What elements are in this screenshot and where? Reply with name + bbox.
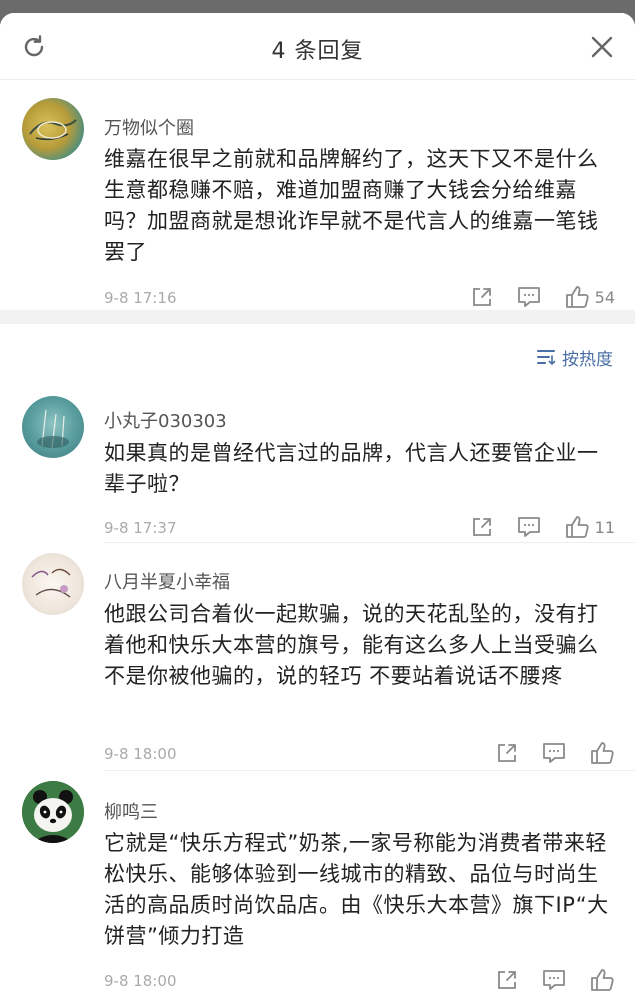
comment-icon — [517, 287, 540, 307]
thumbs-up-icon — [591, 969, 614, 991]
reply-actions — [473, 966, 615, 994]
comment-time: 9-8 17:16 — [104, 289, 177, 307]
reply-time: 9-8 18:00 — [104, 745, 177, 763]
sort-icon — [537, 350, 556, 365]
reply-actions: 11 — [448, 513, 615, 541]
section-divider — [0, 310, 635, 324]
reply-text: 它就是“快乐方程式”奶茶,一家号称能为消费者带来轻松快乐、能够体验到一线城市的精… — [104, 831, 609, 948]
reply-username[interactable]: 小丸子030303 — [104, 407, 227, 433]
like-button[interactable] — [589, 967, 615, 993]
comment-button[interactable] — [516, 285, 542, 309]
reply-item: 小丸子030303 如果真的是曾经代言过的品牌，代言人还要管企业一辈子啦？ 9-… — [0, 383, 635, 543]
share-icon — [472, 518, 491, 536]
like-button[interactable] — [589, 740, 615, 766]
share-button[interactable] — [495, 968, 519, 992]
reply-actions — [473, 739, 615, 767]
sort-button[interactable]: 按热度 — [536, 345, 613, 370]
sheet-title: 4 条回复 — [271, 39, 364, 64]
comment-username[interactable]: 万物似个圈 — [104, 114, 194, 140]
avatar-image — [29, 119, 77, 141]
reply-username[interactable]: 八月半夏小幸福 — [104, 568, 230, 594]
sort-label: 按热度 — [562, 349, 613, 370]
share-icon — [472, 288, 491, 306]
close-button[interactable] — [589, 34, 615, 60]
avatar[interactable] — [22, 553, 84, 615]
avatar[interactable] — [22, 396, 84, 458]
thumbs-up-icon — [565, 516, 589, 538]
reply-text: 如果真的是曾经代言过的品牌，代言人还要管企业一辈子啦？ — [104, 441, 599, 496]
main-comment: 万物似个圈 维嘉在很早之前就和品牌解约了，这天下又不是什么生意都稳赚不赔，难道加… — [0, 80, 635, 313]
avatar-image — [31, 568, 71, 598]
like-button[interactable]: 54 — [564, 284, 615, 310]
replies-sheet: 4 条回复 万物似个圈 维嘉在很早之前就和品牌解约了，这天下又不是什么生意都稳赚… — [0, 13, 635, 1000]
avatar-image — [37, 409, 69, 449]
comment-text: 维嘉在很早之前就和品牌解约了，这天下又不是什么生意都稳赚不赔，难道加盟商赚了大钱… — [104, 147, 599, 264]
thumbs-up-icon — [591, 742, 614, 764]
avatar[interactable] — [22, 781, 84, 843]
share-button[interactable] — [470, 285, 494, 309]
close-icon — [591, 36, 613, 58]
thumbs-up-icon — [565, 286, 589, 308]
comment-icon — [543, 743, 565, 763]
comment-icon — [517, 517, 540, 537]
share-button[interactable] — [495, 741, 519, 765]
avatar[interactable] — [22, 98, 84, 160]
comment-button[interactable] — [541, 968, 567, 992]
share-icon — [498, 744, 516, 762]
reply-text: 他跟公司合着伙一起欺骗，说的天花乱坠的，没有打着他和快乐大本营的旗号，能有这么多… — [104, 602, 599, 688]
share-button[interactable] — [470, 515, 494, 539]
sheet-header: 4 条回复 — [0, 13, 635, 80]
like-count: 54 — [594, 287, 615, 307]
reply-time: 9-8 17:37 — [104, 519, 177, 537]
reply-username[interactable]: 柳鸣三 — [104, 798, 158, 824]
comment-actions: 54 — [448, 283, 615, 311]
comment-icon — [543, 970, 565, 990]
like-count: 11 — [594, 517, 615, 537]
panda-avatar-icon — [22, 781, 84, 843]
comment-button[interactable] — [516, 515, 542, 539]
share-icon — [498, 971, 516, 989]
reply-time: 9-8 18:00 — [104, 972, 177, 990]
reply-item: 柳鸣三 它就是“快乐方程式”奶茶,一家号称能为消费者带来轻松快乐、能够体验到一线… — [0, 771, 635, 1000]
reply-item: 八月半夏小幸福 他跟公司合着伙一起欺骗，说的天花乱坠的，没有打着他和快乐大本营的… — [0, 543, 635, 771]
like-button[interactable]: 11 — [564, 514, 615, 540]
comment-button[interactable] — [541, 741, 567, 765]
